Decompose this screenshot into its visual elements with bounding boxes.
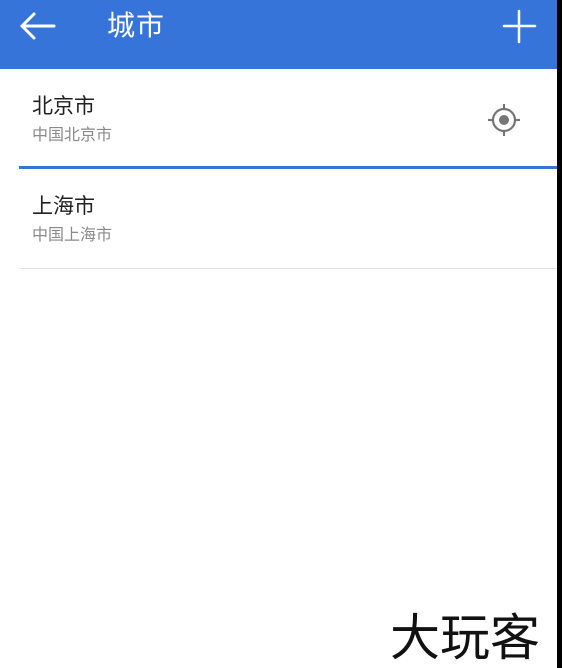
plus-icon	[502, 9, 537, 44]
list-item-city[interactable]: 上海市 中国上海市	[0, 169, 557, 269]
svg-text:大玩客: 大玩客	[390, 609, 540, 665]
page-title: 城市	[107, 9, 166, 42]
watermark-logo: 大玩客	[390, 605, 557, 665]
current-location-icon	[486, 102, 522, 138]
list-divider	[19, 268, 557, 269]
city-detail: 中国上海市	[32, 225, 113, 244]
city-name: 北京市	[32, 94, 95, 118]
city-screen: 城市 北京市 中国北京市 上海市 中国上海市 大玩客	[0, 0, 557, 668]
city-list: 北京市 中国北京市 上海市 中国上海市	[0, 69, 557, 269]
city-name: 上海市	[32, 194, 95, 218]
back-button[interactable]	[12, 6, 64, 46]
city-detail: 中国北京市	[32, 125, 113, 144]
arrow-left-icon	[20, 12, 56, 40]
list-item-city[interactable]: 北京市 中国北京市	[0, 69, 557, 169]
add-city-button[interactable]	[497, 4, 541, 48]
toolbar: 城市	[0, 0, 557, 69]
